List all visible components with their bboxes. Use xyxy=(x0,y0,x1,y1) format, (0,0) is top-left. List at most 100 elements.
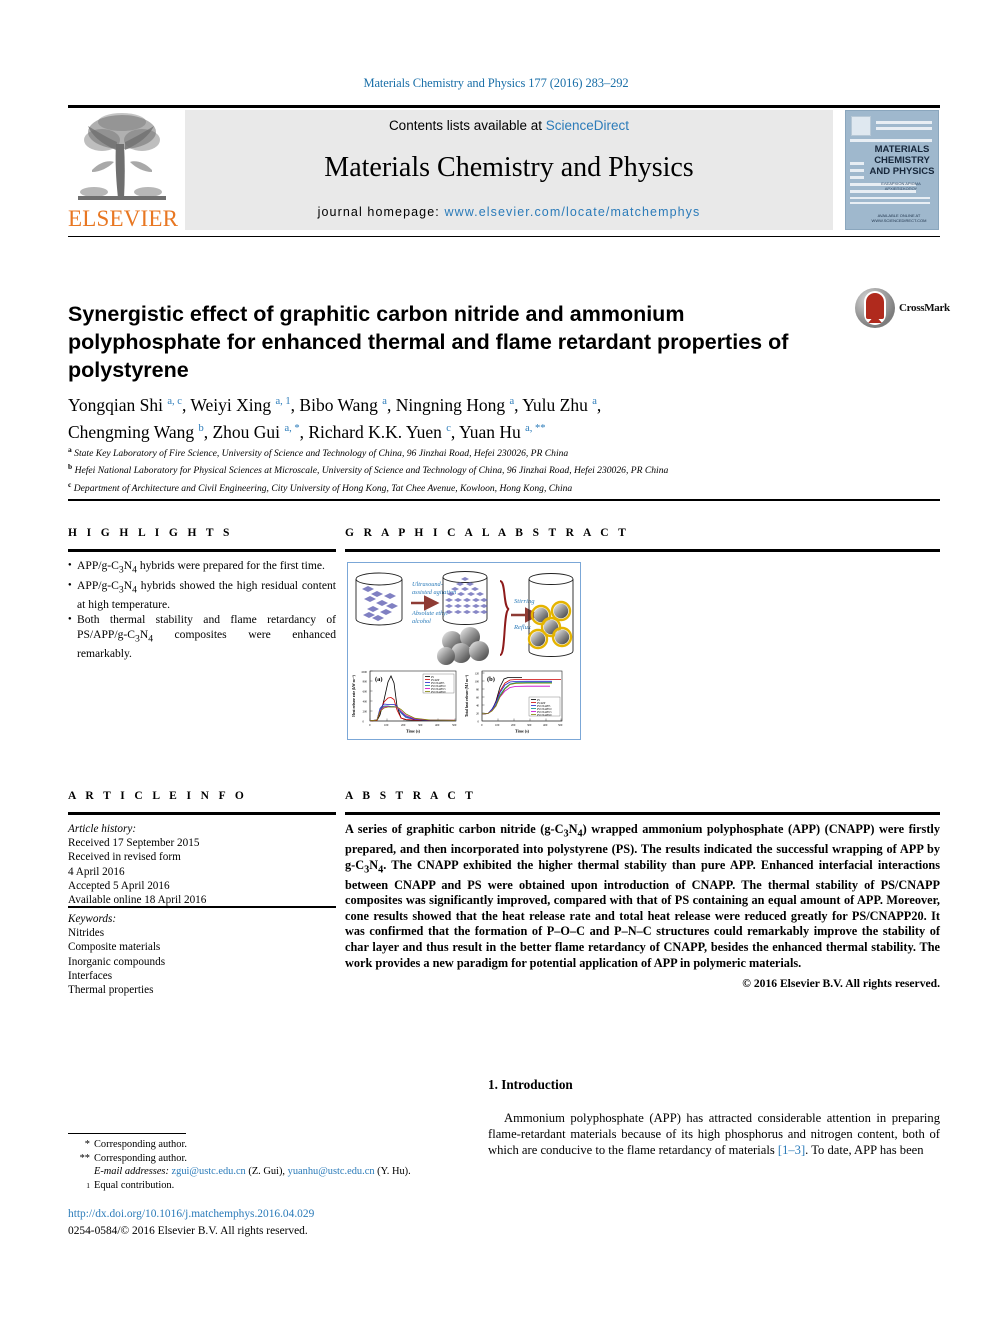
svg-text:40: 40 xyxy=(476,703,479,707)
keywords-rule xyxy=(68,906,336,908)
sciencedirect-link[interactable]: ScienceDirect xyxy=(546,118,629,133)
graphical-abstract-heading: G R A P H I C A L A B S T R A C T xyxy=(345,527,630,539)
label-alcohol: Absolute ethyl xyxy=(411,610,448,617)
contents-prefix: Contents lists available at xyxy=(388,118,546,133)
svg-text:120: 120 xyxy=(475,671,480,675)
author-line-2: Chengming Wang b, Zhou Gui a, *, Richard… xyxy=(68,421,546,442)
doi-link[interactable]: http://dx.doi.org/10.1016/j.matchemphys.… xyxy=(68,1208,314,1220)
crossmark-badge[interactable]: CrossMark xyxy=(855,288,950,330)
affiliation-b: b Hefei National Laboratory for Physical… xyxy=(68,462,669,477)
homepage-prefix: journal homepage: xyxy=(317,205,445,219)
journal-article-page: Materials Chemistry and Physics 177 (201… xyxy=(0,0,992,1323)
abstract-copyright: © 2016 Elsevier B.V. All rights reserved… xyxy=(742,977,940,990)
email-link-2[interactable]: yuanhu@ustc.edu.cn xyxy=(288,1166,375,1177)
email-name-2: (Y. Hu). xyxy=(377,1166,411,1178)
highlights-heading: H I G H L I G H T S xyxy=(68,527,233,539)
affiliation-a: a State Key Laboratory of Fire Science, … xyxy=(68,445,569,460)
keyword-item: Thermal properties xyxy=(68,984,154,997)
panel-a-legend: PS PS/APP PS/CNAPP5 PS/CNAPP10 PS/CNAPP1… xyxy=(422,673,455,694)
reference-link[interactable]: [1–3] xyxy=(778,1143,805,1157)
article-info-rule xyxy=(68,812,336,815)
highlights-list: APP/g-C3N4 hybrids were prepared for the… xyxy=(68,558,336,663)
sciencedirect-band: Contents lists available at ScienceDirec… xyxy=(185,110,833,230)
svg-text:200: 200 xyxy=(363,709,368,713)
svg-text:100: 100 xyxy=(384,723,389,727)
svg-text:20: 20 xyxy=(476,711,479,715)
keyword-item: Inorganic compounds xyxy=(68,955,166,968)
author-line-1: Yongqian Shi a, c, Weiyi Xing a, 1, Bibo… xyxy=(68,394,602,415)
elsevier-wordmark: ELSEVIER xyxy=(68,206,179,231)
elsevier-logo: ELSEVIER xyxy=(68,110,179,231)
svg-text:PS/CNAPP20: PS/CNAPP20 xyxy=(537,714,552,717)
footnote-emails: E-mail addresses: zgui@ustc.edu.cn (Z. G… xyxy=(68,1165,488,1179)
beaker-middle xyxy=(442,571,488,625)
footnote-corresponding-2: ** Corresponding author. xyxy=(68,1152,488,1166)
chart-panel-a: (a) PS PS/APP PS/CNAPP5 PS/CNAPP10 PS/CN… xyxy=(352,670,457,734)
graphical-abstract-figure: Ultrasound- assisted agitation Absolute … xyxy=(347,562,581,740)
svg-text:500: 500 xyxy=(452,723,457,727)
footnote-text: Corresponding author. xyxy=(94,1139,187,1150)
panel-b-ylabel: Total heat release (MJ m⁻²) xyxy=(465,674,469,717)
footnote-block: * Corresponding author. ** Corresponding a… xyxy=(68,1138,488,1192)
svg-text:PS/CNAPP20: PS/CNAPP20 xyxy=(431,691,446,694)
section-divider-top xyxy=(68,499,940,501)
page-title: Synergistic effect of graphitic carbon n… xyxy=(68,302,789,383)
affiliation-c: c Department of Architecture and Civil E… xyxy=(68,479,573,495)
highlights-rule xyxy=(68,549,336,552)
svg-text:800: 800 xyxy=(363,679,368,683)
abstract-heading: A B S T R A C T xyxy=(345,790,477,802)
panel-a-xlabel: Time (s) xyxy=(406,729,421,734)
footnote-mark: * xyxy=(84,1139,90,1150)
svg-text:0: 0 xyxy=(481,723,483,727)
graphical-abstract-rule xyxy=(345,549,940,552)
journal-homepage-link[interactable]: www.elsevier.com/locate/matchemphys xyxy=(444,205,700,219)
svg-text:0: 0 xyxy=(363,719,365,723)
svg-text:100: 100 xyxy=(475,679,480,683)
curly-brace xyxy=(499,580,510,656)
journal-cover-thumbnail: MATERIALS CHEMISTRY AND PHYSICS ΕΛΕΑΡΧΙΟ… xyxy=(845,110,939,230)
email-label: E-mail addresses: xyxy=(94,1166,169,1178)
footnote-text: Corresponding author. xyxy=(94,1152,187,1164)
footnote-corresponding-1: * Corresponding author. xyxy=(68,1138,488,1152)
cover-subtitle: ΕΛΕΑΡΧΙΟΝ ΑΡΙΘΜΑ ΑΡΧΙΕΠΙΣΚΟΠΟΥ xyxy=(881,181,921,191)
history-item: Received 17 September 2015 xyxy=(68,837,200,850)
svg-text:80: 80 xyxy=(476,687,479,691)
abstract-rule xyxy=(345,812,940,815)
abstract-text: A series of graphitic carbon nitride (g-… xyxy=(345,822,940,970)
keywords-label: Keywords: xyxy=(68,913,117,925)
svg-text:200: 200 xyxy=(511,723,516,727)
svg-text:100: 100 xyxy=(495,723,500,727)
footnote-text: Equal contribution. xyxy=(94,1179,175,1191)
chart-panel-b: (b) PS PS/APP PS/CNAPP5 PS/CNAPP10 PS/CN… xyxy=(465,670,563,734)
svg-text:0: 0 xyxy=(369,723,371,727)
svg-text:300: 300 xyxy=(527,723,532,727)
article-history: Article history: Received 17 September 2… xyxy=(68,822,336,907)
issn-copyright: 0254-0584/© 2016 Elsevier B.V. All right… xyxy=(68,1225,308,1237)
history-item: 4 April 2016 xyxy=(68,865,125,878)
contents-list-line: Contents lists available at ScienceDirec… xyxy=(185,118,833,133)
svg-text:alcohol: alcohol xyxy=(412,618,431,625)
panel-b-legend: PS PS/APP PS/CNAPP5 PS/CNAPP10 PS/CNAPP1… xyxy=(528,696,561,717)
svg-text:0: 0 xyxy=(478,719,480,723)
article-info-heading: A R T I C L E I N F O xyxy=(68,790,248,802)
label-ultrasound: Ultrasound- xyxy=(412,581,443,588)
footnote-mark: ** xyxy=(79,1152,90,1164)
panel-b-label: (b) xyxy=(487,676,495,683)
email-link-1[interactable]: zgui@ustc.edu.cn xyxy=(172,1166,246,1177)
keyword-item: Interfaces xyxy=(68,969,113,982)
running-head: Materials Chemistry and Physics 177 (201… xyxy=(363,76,629,90)
svg-text:400: 400 xyxy=(435,723,440,727)
footnote-rule xyxy=(68,1133,186,1134)
elsevier-tree-icon xyxy=(72,110,172,205)
list-item: Both thermal stability and flame retarda… xyxy=(68,612,336,661)
history-item: Accepted 5 April 2016 xyxy=(68,879,170,892)
introduction-heading: 1. Introduction xyxy=(488,1077,573,1092)
footnote-equal-contribution: 1 Equal contribution. xyxy=(68,1179,488,1193)
list-item: APP/g-C3N4 hybrids showed the high resid… xyxy=(68,578,336,613)
journal-title: Materials Chemistry and Physics xyxy=(324,152,694,183)
cover-footer: AVAILABLE ONLINE AT WWW.SCIENCEDIRECT.CO… xyxy=(871,213,927,223)
beaker-right xyxy=(527,573,574,657)
svg-text:400: 400 xyxy=(543,723,548,727)
crossmark-label: CrossMark xyxy=(899,302,950,314)
article-history-label: Article history: xyxy=(68,823,137,835)
